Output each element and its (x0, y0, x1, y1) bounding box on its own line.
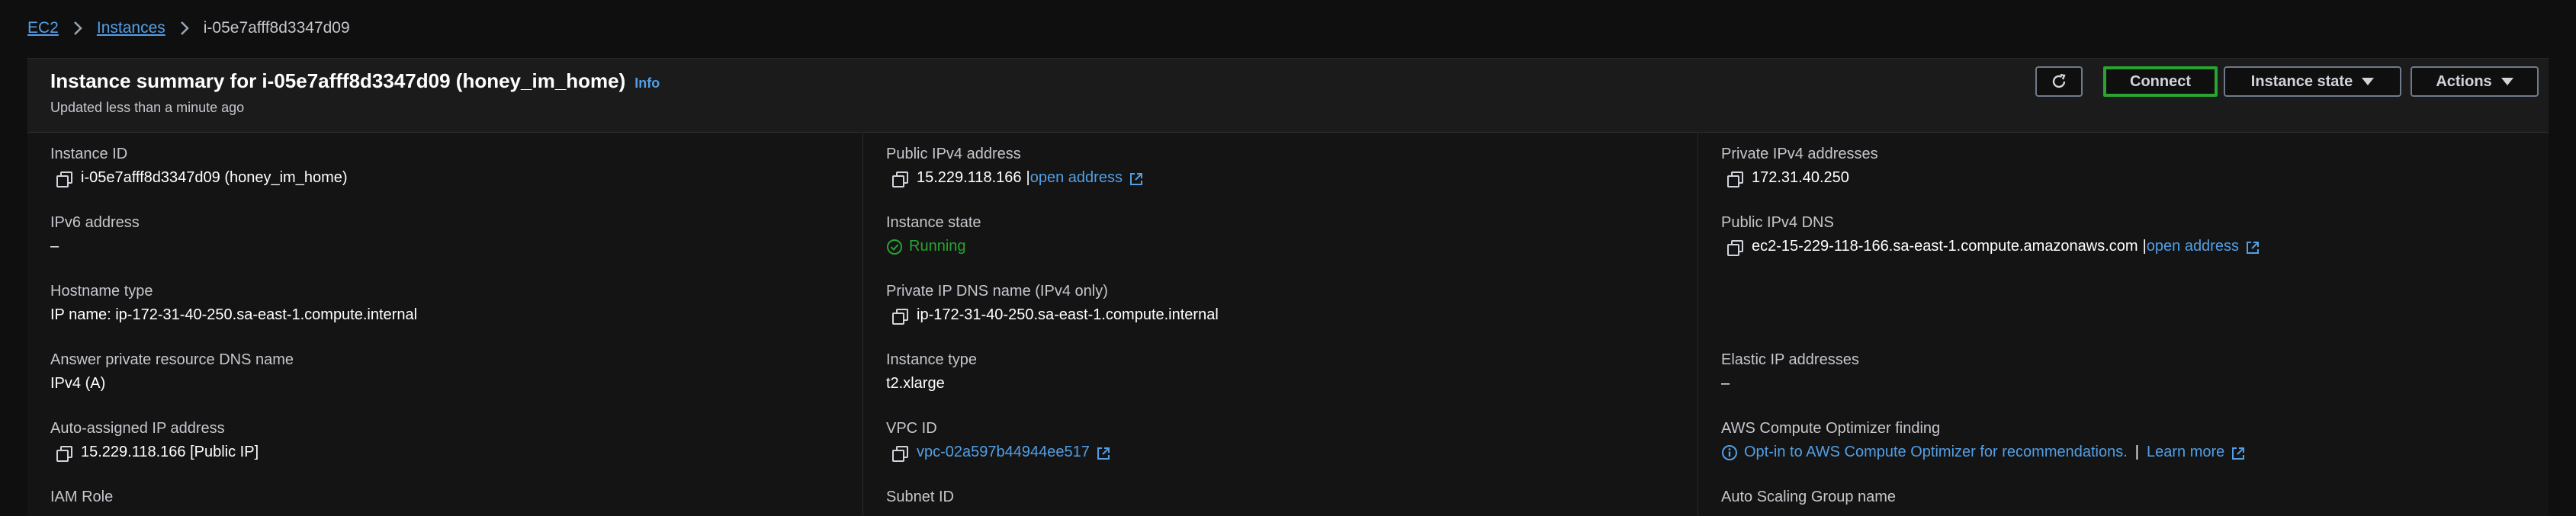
instance-state-dropdown[interactable]: Instance state (2224, 66, 2401, 97)
details-column-3: Private IPv4 addresses 172.31.40.250 Pub… (1698, 132, 2549, 516)
field-label: IPv6 address (50, 214, 140, 231)
field-optimizer: AWS Compute Optimizer finding Opt-in to … (1721, 420, 2245, 461)
copy-icon[interactable] (891, 170, 908, 187)
updated-status: Updated less than a minute ago (50, 100, 245, 115)
info-circle-icon (1722, 444, 1737, 460)
caret-down-icon (2362, 78, 2375, 85)
field-asg: Auto Scaling Group name (1721, 489, 1896, 506)
private-dns-value: ip-172-31-40-250.sa-east-1.compute.inter… (917, 306, 1219, 323)
copy-icon[interactable] (55, 444, 72, 462)
page-title-text: Instance summary for i-05e7afff8d3347d09… (50, 69, 626, 92)
copy-icon[interactable] (55, 170, 72, 187)
chevron-right-icon (72, 21, 83, 36)
field-label: Public IPv4 address (886, 146, 1021, 162)
field-public-dns: Public IPv4 DNS ec2-15-229-118-166.sa-ea… (1721, 214, 2259, 256)
copy-icon[interactable] (1726, 239, 1743, 256)
copy-icon[interactable] (891, 444, 908, 462)
breadcrumb-instances[interactable]: Instances (97, 19, 165, 37)
field-private-dns: Private IP DNS name (IPv4 only) ip-172-3… (886, 283, 1219, 325)
breadcrumb-ec2[interactable]: EC2 (27, 19, 59, 37)
field-label: Elastic IP addresses (1721, 351, 1859, 368)
field-instance-state: Instance state Running (886, 214, 981, 255)
copy-icon[interactable] (891, 307, 908, 325)
details-column-1: Instance ID i-05e7afff8d3347d09 (honey_i… (27, 132, 862, 516)
field-label: Auto-assigned IP address (50, 420, 225, 437)
field-label: Public IPv4 DNS (1721, 214, 1834, 231)
optimizer-opt-in-link[interactable]: Opt-in to AWS Compute Optimizer for reco… (1744, 444, 2128, 461)
field-label: Subnet ID (886, 489, 954, 505)
external-link-icon (2245, 240, 2259, 254)
refresh-button[interactable] (2035, 66, 2083, 97)
public-dns-value: ec2-15-229-118-166.sa-east-1.compute.ama… (1752, 238, 2138, 255)
actions-label: Actions (2436, 72, 2492, 90)
panel-header: Instance summary for i-05e7afff8d3347d09… (27, 59, 2549, 133)
external-link-icon (2231, 446, 2245, 460)
field-ipv6: IPv6 address – (50, 214, 140, 255)
open-address-link[interactable]: open address (1030, 169, 1123, 187)
field-label: Instance type (886, 351, 977, 368)
instance-id-value: i-05e7afff8d3347d09 (honey_im_home) (81, 169, 348, 186)
field-label: Instance ID (50, 146, 128, 162)
refresh-icon (2052, 73, 2066, 88)
auto-ip-value: 15.229.118.166 [Public IP] (81, 444, 259, 460)
breadcrumb: EC2 Instances i-05e7afff8d3347d09 (27, 17, 350, 40)
field-label: Instance state (886, 214, 981, 231)
field-instance-type: Instance type t2.xlarge (886, 351, 977, 393)
field-elastic-ip: Elastic IP addresses – (1721, 351, 1859, 393)
answer-dns-value: IPv4 (A) (50, 375, 106, 392)
field-subnet-id: Subnet ID (886, 489, 954, 506)
hostname-type-value: IP name: ip-172-31-40-250.sa-east-1.comp… (50, 306, 418, 323)
actions-dropdown[interactable]: Actions (2411, 66, 2539, 97)
connect-label: Connect (2130, 72, 2191, 90)
field-public-ipv4: Public IPv4 address 15.229.118.166 | ope… (886, 146, 1142, 187)
instance-state-label: Instance state (2250, 72, 2353, 90)
chevron-right-icon (179, 21, 190, 36)
open-address-link[interactable]: open address (2147, 238, 2239, 255)
field-label: Hostname type (50, 283, 153, 300)
check-circle-icon (887, 239, 902, 255)
field-label: IAM Role (50, 489, 114, 505)
details-column-2: Public IPv4 address 15.229.118.166 | ope… (862, 132, 1698, 516)
field-iam-role: IAM Role (50, 489, 113, 506)
field-label: Private IPv4 addresses (1721, 146, 1878, 162)
instance-summary-panel: Instance summary for i-05e7afff8d3347d09… (27, 58, 2549, 516)
copy-icon[interactable] (1726, 170, 1743, 187)
elastic-ip-value: – (1721, 375, 1730, 392)
connect-button[interactable]: Connect (2103, 66, 2218, 97)
field-vpc-id: VPC ID vpc-02a597b44944ee517 (886, 420, 1110, 462)
field-private-ipv4: Private IPv4 addresses 172.31.40.250 (1721, 146, 1878, 187)
private-ipv4-value: 172.31.40.250 (1752, 169, 1849, 186)
field-answer-dns: Answer private resource DNS name IPv4 (A… (50, 351, 294, 393)
instance-type-value: t2.xlarge (886, 375, 945, 392)
field-label: AWS Compute Optimizer finding (1721, 420, 1941, 437)
instance-state-value: Running (909, 238, 966, 255)
field-instance-id: Instance ID i-05e7afff8d3347d09 (honey_i… (50, 146, 348, 187)
optimizer-separator: | (2134, 444, 2139, 460)
vpc-id-link[interactable]: vpc-02a597b44944ee517 (917, 444, 1090, 461)
caret-down-icon (2501, 78, 2513, 85)
field-auto-ip: Auto-assigned IP address 15.229.118.166 … (50, 420, 259, 462)
learn-more-link[interactable]: Learn more (2147, 444, 2224, 461)
page-title: Instance summary for i-05e7afff8d3347d09… (50, 69, 660, 93)
field-label: Answer private resource DNS name (50, 351, 294, 368)
field-label: Auto Scaling Group name (1721, 489, 1897, 505)
field-hostname-type: Hostname type IP name: ip-172-31-40-250.… (50, 283, 417, 324)
info-link[interactable]: Info (634, 75, 660, 91)
field-label: VPC ID (886, 420, 937, 437)
field-label: Private IP DNS name (IPv4 only) (886, 283, 1108, 300)
external-link-icon (1129, 171, 1142, 185)
ipv6-value: – (50, 238, 59, 255)
external-link-icon (1096, 446, 1110, 460)
public-ipv4-value: 15.229.118.166 (917, 169, 1022, 186)
breadcrumb-current: i-05e7afff8d3347d09 (203, 19, 350, 37)
